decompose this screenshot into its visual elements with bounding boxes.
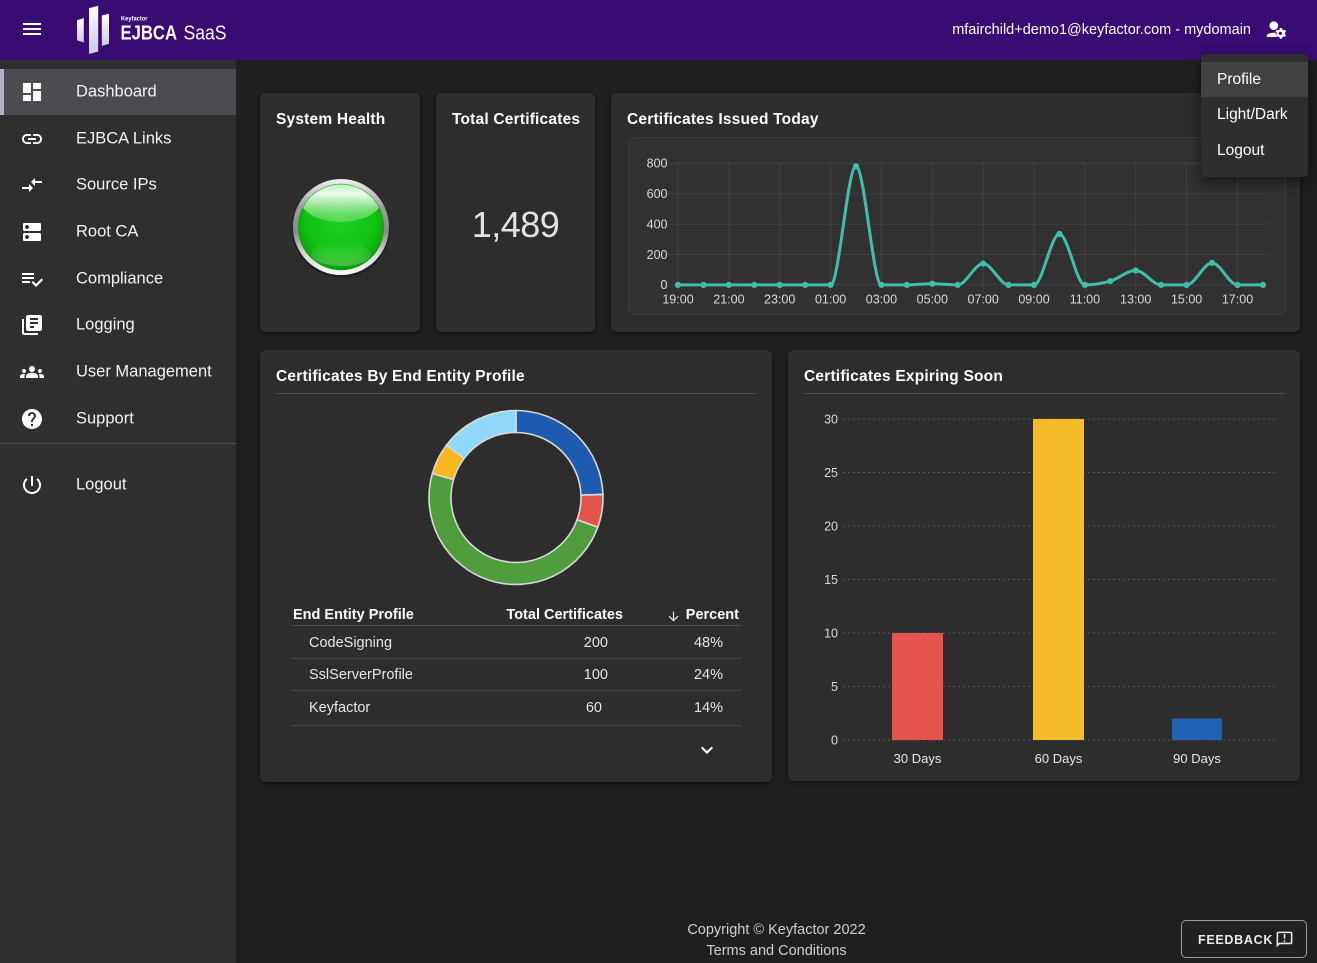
svg-text:13:00: 13:00 — [1120, 293, 1151, 307]
svg-text:30 Days: 30 Days — [894, 751, 942, 766]
svg-text:23:00: 23:00 — [764, 293, 795, 307]
svg-text:25: 25 — [824, 466, 838, 480]
svg-text:10: 10 — [824, 626, 838, 640]
svg-text:600: 600 — [647, 187, 668, 201]
svg-text:5: 5 — [831, 680, 838, 694]
svg-text:90 Days: 90 Days — [1173, 751, 1221, 766]
svg-text:800: 800 — [647, 157, 668, 171]
svg-text:60 Days: 60 Days — [1035, 751, 1083, 766]
svg-text:05:00: 05:00 — [917, 293, 948, 307]
svg-text:11:00: 11:00 — [1070, 293, 1100, 307]
svg-text:17:00: 17:00 — [1222, 293, 1253, 307]
svg-text:30: 30 — [824, 412, 838, 426]
svg-text:200: 200 — [647, 248, 668, 262]
svg-text:07:00: 07:00 — [968, 293, 999, 307]
svg-text:09:00: 09:00 — [1018, 293, 1049, 307]
svg-text:400: 400 — [647, 217, 668, 231]
svg-text:21:00: 21:00 — [713, 293, 744, 307]
svg-text:01:00: 01:00 — [815, 293, 846, 307]
svg-text:03:00: 03:00 — [866, 293, 897, 307]
svg-text:0: 0 — [831, 733, 838, 747]
svg-text:EJBCA: EJBCA — [121, 22, 178, 45]
svg-text:19:00: 19:00 — [662, 293, 693, 307]
svg-text:0: 0 — [661, 278, 668, 292]
svg-text:SaaS: SaaS — [184, 22, 227, 45]
svg-text:15:00: 15:00 — [1171, 293, 1202, 307]
svg-text:20: 20 — [824, 519, 838, 533]
svg-text:15: 15 — [824, 573, 838, 587]
